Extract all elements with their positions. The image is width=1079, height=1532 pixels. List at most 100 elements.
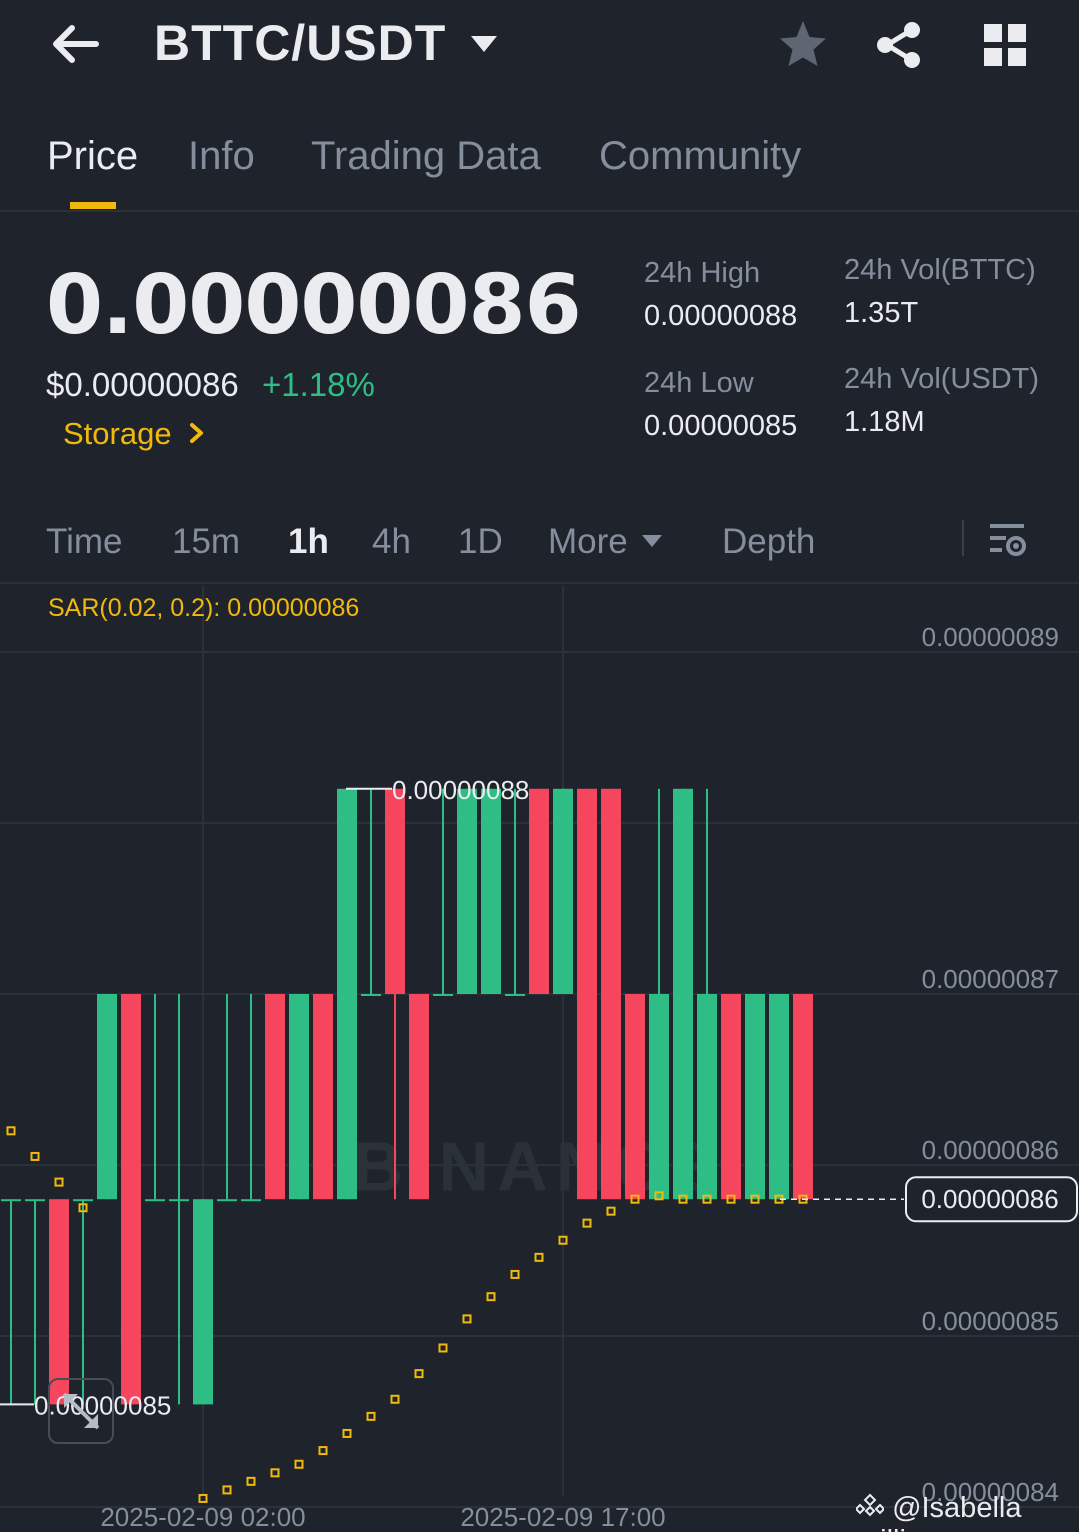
- candle-body: [409, 994, 429, 1200]
- share-button[interactable]: [872, 18, 926, 72]
- caret-down-icon: [471, 36, 497, 52]
- candlestick-chart[interactable]: BINANCE 0.00000089 0.00000087 0.00000086 0.0…: [0, 586, 1079, 1532]
- candle-body: [553, 788, 573, 994]
- sar-dot: [222, 1485, 232, 1495]
- candle-body: [577, 788, 597, 1200]
- candle-body: [145, 1199, 165, 1202]
- candle-body: [25, 1199, 45, 1202]
- sar-dot: [510, 1269, 520, 1279]
- sar-dot: [318, 1446, 328, 1456]
- candle-body: [697, 994, 717, 1200]
- candle-body: [793, 994, 813, 1200]
- more-dropdown[interactable]: [640, 532, 664, 550]
- chart-canvas[interactable]: BINANCE 0.00000089 0.00000087 0.00000086 0.0…: [0, 586, 1079, 1532]
- category-tag[interactable]: Storage: [63, 416, 172, 452]
- binance-logo-icon: [854, 1493, 886, 1517]
- interval-time[interactable]: Time: [46, 522, 122, 562]
- candle-body: [289, 994, 309, 1200]
- sar-dot: [390, 1394, 400, 1404]
- pair-title[interactable]: BTTC/USDT: [154, 14, 446, 72]
- sar-dot: [342, 1428, 352, 1438]
- candle-body: [73, 1199, 93, 1202]
- candle-body: [1, 1199, 21, 1202]
- candle-body: [433, 994, 453, 996]
- sar-indicator-label: SAR(0.02, 0.2): 0.00000086: [48, 594, 360, 622]
- stat-low-label: 24h Low: [644, 367, 754, 399]
- stat-high-value: 0.00000088: [644, 300, 798, 332]
- interval-1h[interactable]: 1h: [288, 522, 329, 562]
- interval-4h[interactable]: 4h: [372, 522, 411, 562]
- sar-dot: [294, 1459, 304, 1469]
- candle-body: [505, 994, 525, 996]
- last-price: 0.00000086: [46, 258, 582, 353]
- stat-vol-base-label: 24h Vol(BTTC): [844, 254, 1036, 286]
- interval-bar: Time 15m 1h 4h 1D More Depth: [0, 510, 1079, 584]
- back-button[interactable]: [46, 18, 106, 70]
- user-watermark: @Isabella millie: [854, 1492, 1079, 1532]
- sar-dot: [582, 1218, 592, 1228]
- sar-dot: [438, 1343, 448, 1353]
- chart-settings-button[interactable]: [986, 518, 1030, 562]
- candle-body: [649, 994, 669, 1200]
- current-price-label: 0.00000086: [921, 1184, 1058, 1214]
- interval-15m[interactable]: 15m: [172, 522, 240, 562]
- y-axis-tick-label: 0.00000086: [922, 1135, 1059, 1165]
- candle-body: [481, 788, 501, 994]
- x-axis-tick-label: 2025-02-09 17:00: [460, 1502, 665, 1532]
- grid-icon: [984, 24, 1026, 66]
- sar-dot: [30, 1151, 40, 1161]
- interval-more[interactable]: More: [548, 522, 628, 562]
- fullscreen-button[interactable]: [48, 1378, 114, 1444]
- y-axis-tick-label: 0.00000087: [922, 964, 1059, 994]
- top-bar: BTTC/USDT: [0, 0, 1079, 92]
- sar-dot: [54, 1177, 64, 1187]
- candle-body: [385, 788, 405, 994]
- candle-body: [721, 994, 741, 1200]
- candle-body: [337, 788, 357, 1200]
- stat-vol-base-value: 1.35T: [844, 297, 919, 329]
- interval-divider: [962, 520, 964, 556]
- candle-body: [601, 788, 621, 1200]
- main-tabs: Price Info Trading Data Community: [0, 112, 1079, 212]
- y-axis-tick-label: 0.00000085: [922, 1306, 1059, 1336]
- favorite-button[interactable]: [776, 18, 830, 72]
- chevron-right-icon: [190, 423, 203, 443]
- candle-body: [169, 1199, 189, 1202]
- candle-body: [457, 788, 477, 994]
- candle-body: [97, 994, 117, 1200]
- candle-body: [769, 994, 789, 1200]
- menu-button[interactable]: [980, 20, 1030, 70]
- x-axis-tick-label: 2025-02-09 02:00: [100, 1502, 305, 1532]
- stat-high-label: 24h High: [644, 257, 761, 289]
- candle-body: [745, 994, 765, 1200]
- expand-icon: [62, 1392, 100, 1430]
- interval-1d[interactable]: 1D: [458, 522, 503, 562]
- tab-community[interactable]: Community: [599, 134, 801, 179]
- chart-watermark: BINANCE: [353, 1128, 728, 1206]
- candle-body: [217, 1199, 237, 1202]
- sar-dot: [486, 1292, 496, 1302]
- tab-price[interactable]: Price: [47, 134, 138, 179]
- y-axis-tick-label: 0.00000089: [922, 622, 1059, 652]
- category-tag-link[interactable]: [186, 420, 208, 446]
- stat-vol-quote-value: 1.18M: [844, 406, 925, 438]
- share-icon: [877, 22, 920, 68]
- usd-price: $0.00000086: [46, 366, 239, 403]
- sar-dot: [534, 1252, 544, 1262]
- stat-low-value: 0.00000085: [644, 410, 798, 442]
- pair-dropdown[interactable]: [468, 32, 500, 56]
- candle-body: [673, 788, 693, 1200]
- tab-trading-data[interactable]: Trading Data: [311, 134, 541, 179]
- candle-body: [121, 994, 141, 1405]
- interval-depth[interactable]: Depth: [722, 522, 815, 562]
- sar-dot: [246, 1476, 256, 1486]
- arrow-left-icon: [53, 25, 99, 63]
- sar-dot: [462, 1314, 472, 1324]
- sar-dot: [606, 1206, 616, 1216]
- candle-body: [529, 788, 549, 994]
- sar-dot: [414, 1369, 424, 1379]
- candle-body: [625, 994, 645, 1200]
- active-tab-indicator: [70, 202, 116, 209]
- sar-dot: [366, 1411, 376, 1421]
- tab-info[interactable]: Info: [188, 134, 255, 179]
